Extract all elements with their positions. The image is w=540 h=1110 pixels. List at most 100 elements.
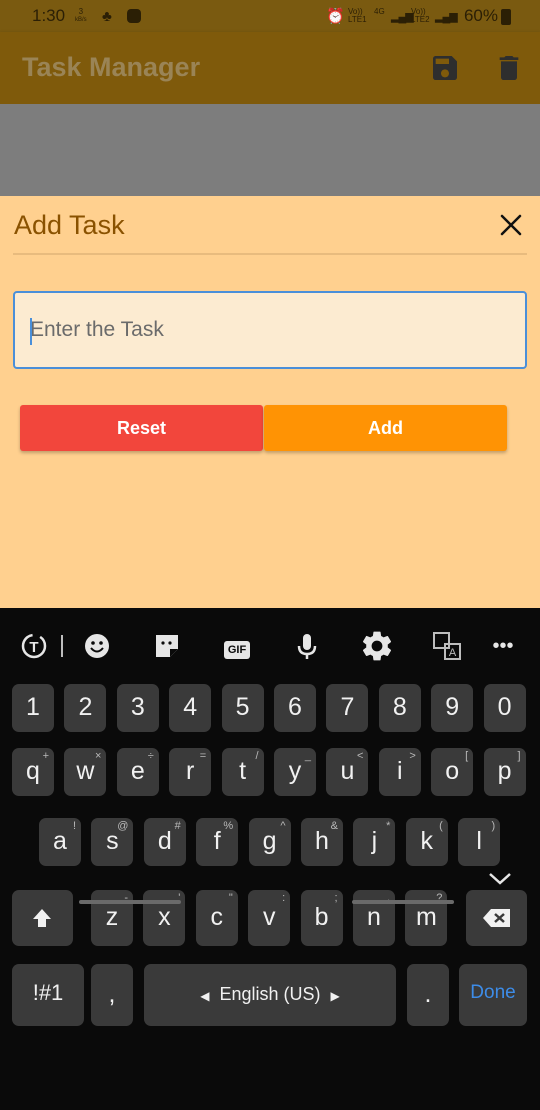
key-label: s bbox=[106, 827, 119, 855]
alarm-icon: ⏰ bbox=[326, 8, 345, 25]
key-j[interactable]: * j bbox=[353, 818, 396, 866]
key-label: n bbox=[367, 903, 381, 931]
key-label: b bbox=[314, 903, 329, 931]
key-2[interactable]: 2 bbox=[64, 684, 107, 732]
microphone-icon[interactable] bbox=[289, 628, 325, 664]
sticker-icon[interactable] bbox=[149, 628, 185, 664]
battery-icon bbox=[501, 9, 511, 25]
key-label: q bbox=[26, 757, 40, 785]
key-s[interactable]: @ s bbox=[91, 818, 134, 866]
close-icon[interactable] bbox=[499, 213, 523, 237]
key-label: 9 bbox=[445, 693, 460, 721]
trash-icon[interactable] bbox=[493, 52, 525, 84]
soft-keyboard: T GIF A ••• 1 2 3 4 5 6 7 8 9 0 + q × w ÷ e = r / t _ y < u > i[o… bbox=[0, 608, 540, 1110]
language-right-icon: ▶ bbox=[330, 989, 340, 1003]
key-7[interactable]: 7 bbox=[326, 684, 369, 732]
key-6[interactable]: 6 bbox=[274, 684, 316, 732]
key-label: r bbox=[186, 757, 195, 785]
key-k[interactable]: (k bbox=[405, 818, 448, 866]
done-key[interactable]: Done bbox=[459, 964, 527, 1026]
key-9[interactable]: 9 bbox=[431, 684, 474, 732]
gif-icon[interactable]: GIF bbox=[219, 628, 255, 664]
key-label: d bbox=[157, 827, 172, 855]
key-label: 8 bbox=[392, 693, 407, 721]
space-key-label: ◀ English (US) ▶ bbox=[144, 984, 396, 1005]
key-v[interactable]: :v bbox=[248, 890, 291, 946]
shift-key[interactable] bbox=[12, 890, 73, 946]
hide-keyboard-icon[interactable] bbox=[486, 868, 514, 888]
status-bar: 1:30 3 kB/s ♣ ⏰ Vo)) LTE1 4G ▂▄▆ Vo)) LT… bbox=[0, 0, 540, 32]
key-z[interactable]: -z bbox=[91, 890, 133, 946]
key-r[interactable]: = r bbox=[169, 748, 212, 796]
key-e[interactable]: ÷ e bbox=[116, 748, 159, 796]
nav-handle-right bbox=[352, 900, 454, 904]
language-label: English (US) bbox=[219, 984, 321, 1004]
key-label: 6 bbox=[288, 693, 302, 721]
key-h[interactable]: & h bbox=[301, 818, 343, 866]
key-n[interactable]: ,n bbox=[353, 890, 395, 946]
battery-level: 60% bbox=[463, 6, 498, 25]
space-key[interactable]: ◀ English (US) ▶ bbox=[144, 964, 396, 1026]
key-d[interactable]: # d bbox=[143, 818, 186, 866]
nav-handle-left bbox=[79, 900, 181, 904]
sheet-divider bbox=[13, 253, 527, 255]
svg-text:A: A bbox=[449, 647, 457, 659]
key-c[interactable]: " c bbox=[195, 890, 238, 946]
symbols-key[interactable]: !#1 bbox=[12, 964, 84, 1026]
key-y[interactable]: _ y bbox=[274, 748, 316, 796]
key-label: h bbox=[315, 827, 329, 855]
data-speed: 3 kB/s bbox=[75, 7, 87, 24]
key-o[interactable]: [o bbox=[431, 748, 474, 796]
status-time: 1:30 bbox=[32, 6, 66, 25]
key-q[interactable]: + q bbox=[12, 748, 54, 796]
settings-icon[interactable] bbox=[359, 628, 395, 664]
more-icon[interactable]: ••• bbox=[485, 628, 521, 664]
key-0[interactable]: 0 bbox=[483, 684, 526, 732]
comma-key[interactable]: , bbox=[91, 964, 133, 1026]
key-label: 5 bbox=[235, 693, 250, 721]
key-b[interactable]: ; b bbox=[300, 890, 343, 946]
key-f[interactable]: % f bbox=[196, 818, 239, 866]
key-u[interactable]: < u bbox=[326, 748, 369, 796]
app-bar: Task Manager bbox=[0, 32, 540, 104]
key-label: 3 bbox=[130, 693, 145, 721]
key-4[interactable]: 4 bbox=[169, 684, 212, 732]
key-label: l bbox=[476, 827, 482, 855]
key-w[interactable]: × w bbox=[64, 748, 107, 796]
key-i[interactable]: > i bbox=[378, 748, 421, 796]
key-x[interactable]: ' x bbox=[143, 890, 186, 946]
modal-scrim[interactable] bbox=[0, 104, 540, 196]
translate-icon[interactable]: A bbox=[429, 628, 465, 664]
key-m[interactable]: ? m bbox=[405, 890, 448, 946]
key-label: !#1 bbox=[32, 980, 64, 1005]
backspace-icon bbox=[483, 909, 510, 927]
period-key[interactable]: . bbox=[407, 964, 449, 1026]
key-label: j bbox=[371, 827, 378, 855]
key-t[interactable]: / t bbox=[221, 748, 264, 796]
emoji-icon[interactable] bbox=[79, 628, 115, 664]
key-l[interactable]: ) l bbox=[458, 818, 501, 866]
reset-button[interactable]: Reset bbox=[20, 405, 263, 451]
save-icon[interactable] bbox=[429, 52, 461, 84]
key-a[interactable]: ! a bbox=[39, 818, 81, 866]
key-g[interactable]: ^ g bbox=[248, 818, 291, 866]
add-task-sheet: Add Task Reset Add bbox=[0, 196, 540, 608]
key-1[interactable]: 1 bbox=[12, 684, 54, 732]
key-label: 1 bbox=[26, 693, 40, 721]
add-button[interactable]: Add bbox=[264, 405, 507, 451]
task-input[interactable] bbox=[15, 293, 525, 367]
text-recognition-icon[interactable]: T bbox=[16, 628, 52, 664]
backspace-key[interactable] bbox=[466, 890, 527, 946]
key-8[interactable]: 8 bbox=[378, 684, 421, 732]
key-label: x bbox=[158, 903, 171, 931]
key-3[interactable]: 3 bbox=[116, 684, 159, 732]
toolbar-separator bbox=[61, 635, 63, 657]
key-5[interactable]: 5 bbox=[221, 684, 264, 732]
sim2-indicator: Vo)) LTE2 bbox=[411, 7, 430, 24]
key-label: 7 bbox=[340, 693, 355, 721]
key-p[interactable]: ] p bbox=[483, 748, 526, 796]
key-label: e bbox=[130, 757, 145, 785]
key-label: . bbox=[424, 980, 432, 1008]
key-label: , bbox=[108, 980, 116, 1008]
signal-icon: ▂▄▆ bbox=[391, 11, 414, 23]
